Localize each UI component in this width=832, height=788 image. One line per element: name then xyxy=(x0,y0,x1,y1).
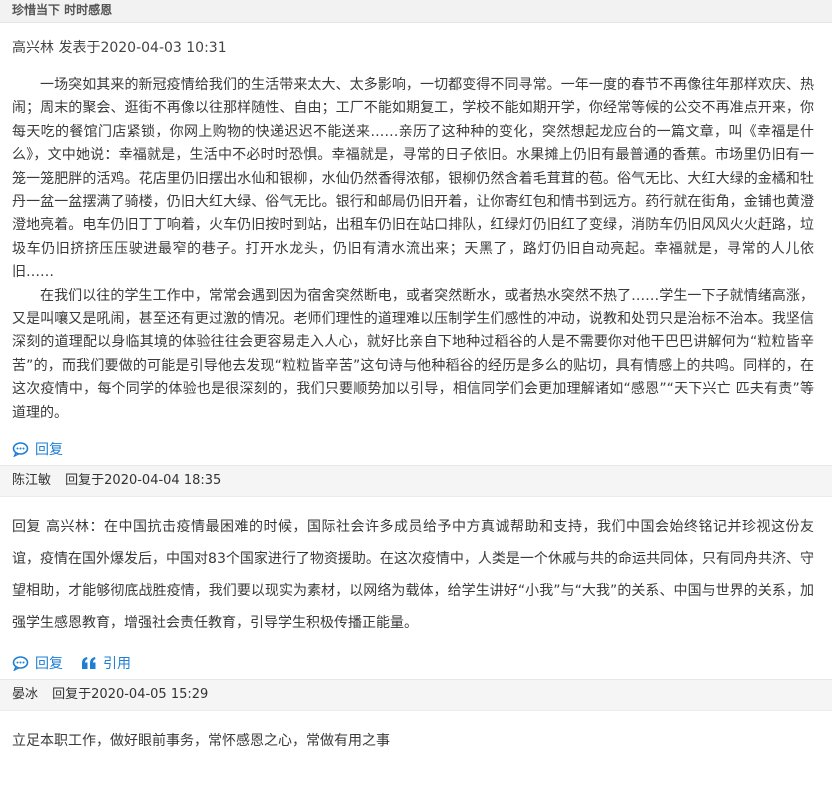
topic-title: 珍惜当下 时时感恩 xyxy=(12,3,113,17)
post-paragraph: 一场突如其来的新冠疫情给我们的生活带来太大、太多影响，一切都变得不同寻常。一年一… xyxy=(12,77,814,281)
quote-label: 引用 xyxy=(103,656,131,673)
reply-reply-button[interactable]: 回复 xyxy=(12,653,63,673)
reply-label: 回复 xyxy=(35,442,63,459)
reply-text: 回复 高兴林：在中国抗击疫情最困难的时候，国际社会许多成员给予中方真诚帮助和支持… xyxy=(12,519,814,632)
quote-icon xyxy=(81,656,97,670)
reply-actions: 回复 引用 xyxy=(0,639,832,679)
post-meta: 发表于2020-04-03 10:31 xyxy=(58,40,227,56)
topic-title-bar: 珍惜当下 时时感恩 xyxy=(0,0,832,23)
post-content: 一场突如其来的新冠疫情给我们的生活带来太大、太多影响，一切都变得不同寻常。一年一… xyxy=(0,66,832,425)
reply-meta: 回复于2020-04-05 15:29 xyxy=(52,687,209,703)
reply-header: 陈江敏 回复于2020-04-04 18:35 xyxy=(0,465,832,498)
reply-content: 回复 高兴林：在中国抗击疫情最困难的时候，国际社会许多成员给予中方真诚帮助和支持… xyxy=(0,497,832,639)
quote-button[interactable]: 引用 xyxy=(81,653,131,673)
reply-meta: 回复于2020-04-04 18:35 xyxy=(65,473,222,489)
comment-icon xyxy=(12,441,29,457)
post-reply-button[interactable]: 回复 xyxy=(12,439,63,459)
post-paragraph: 在我们以往的学生工作中，常常会遇到因为宿舍突然断电，或者突然断水，或者热水突然不… xyxy=(12,287,814,421)
comment-icon xyxy=(12,655,29,671)
reply-label: 回复 xyxy=(35,656,63,673)
post-actions: 回复 xyxy=(0,425,832,465)
reply-content: 立足本职工作，做好眼前事务，常怀感恩之心，常做有用之事 xyxy=(0,711,832,757)
reply-text: 立足本职工作，做好眼前事务，常怀感恩之心，常做有用之事 xyxy=(12,733,390,750)
reply-author[interactable]: 陈江敏 xyxy=(12,473,51,488)
reply-header: 晏冰 回复于2020-04-05 15:29 xyxy=(0,679,832,712)
reply-author[interactable]: 晏冰 xyxy=(12,687,38,702)
post-author[interactable]: 高兴林 xyxy=(12,40,54,56)
post-header: 高兴林 发表于2020-04-03 10:31 xyxy=(0,23,832,66)
